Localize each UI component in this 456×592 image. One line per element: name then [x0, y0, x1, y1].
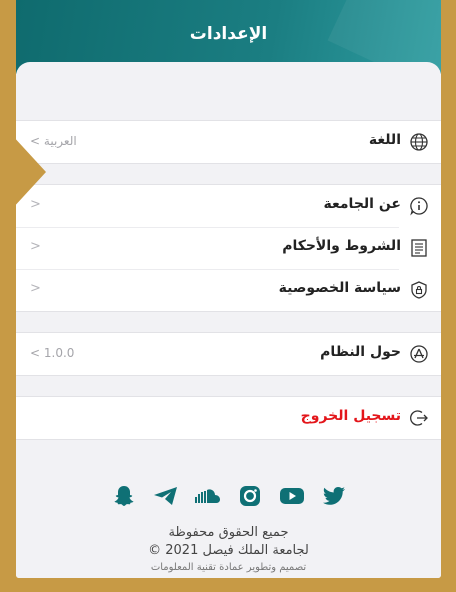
- info-icon: [410, 197, 428, 216]
- globe-icon: [410, 133, 428, 151]
- privacy-row[interactable]: سياسة الخصوصية <: [16, 269, 441, 311]
- developer-credit: تصميم وتطوير عمادة تقنية المعلومات: [150, 562, 307, 573]
- twitter-icon[interactable]: [320, 484, 348, 508]
- soundcloud-icon[interactable]: [194, 484, 222, 508]
- chevron-left-icon: <: [30, 281, 41, 296]
- version-number: 1.0.0: [43, 346, 75, 360]
- phone-screen: الإعدادات اللغة < العربية عن الجامعة < ا…: [16, 0, 441, 578]
- youtube-icon[interactable]: [278, 484, 306, 508]
- terms-row[interactable]: الشروط والأحكام <: [16, 227, 441, 269]
- system-group: حول النظام < 1.0.0: [16, 332, 441, 376]
- page-title: الإعدادات: [189, 24, 268, 44]
- shield-lock-icon: [411, 281, 427, 299]
- language-row[interactable]: اللغة < العربية: [16, 121, 441, 163]
- snapchat-icon[interactable]: [110, 484, 138, 508]
- rights-text: جميع الحقوق محفوظة: [168, 525, 289, 540]
- about-system-row[interactable]: حول النظام < 1.0.0: [16, 333, 441, 375]
- version-value: < 1.0.0: [30, 346, 74, 360]
- appstore-icon: [410, 345, 428, 363]
- terms-label: الشروط والأحكام: [282, 238, 401, 254]
- university-copyright: لجامعة الملك فيصل 2021 ©: [148, 543, 309, 558]
- telegram-icon[interactable]: [152, 484, 180, 508]
- language-group: اللغة < العربية: [16, 120, 441, 164]
- info-group: عن الجامعة < الشروط والأحكام < سياسة الخ…: [16, 184, 441, 312]
- language-label: اللغة: [368, 132, 401, 148]
- chevron-left-icon: <: [30, 239, 41, 254]
- language-current: العربية: [43, 134, 77, 148]
- social-links: [16, 484, 441, 508]
- instagram-icon[interactable]: [236, 484, 264, 508]
- logout-icon: [410, 410, 428, 426]
- footer: جميع الحقوق محفوظة لجامعة الملك فيصل 202…: [16, 524, 441, 575]
- document-icon: [411, 239, 427, 257]
- privacy-label: سياسة الخصوصية: [278, 280, 401, 296]
- about-university-row[interactable]: عن الجامعة <: [16, 185, 441, 227]
- logout-group: تسجيل الخروج: [16, 396, 441, 440]
- logout-label: تسجيل الخروج: [300, 408, 401, 424]
- about-university-label: عن الجامعة: [323, 196, 402, 212]
- about-system-label: حول النظام: [320, 344, 401, 360]
- logout-row[interactable]: تسجيل الخروج: [16, 397, 441, 439]
- chevron-left-icon: <: [30, 346, 41, 360]
- decorative-wedge: [0, 122, 46, 222]
